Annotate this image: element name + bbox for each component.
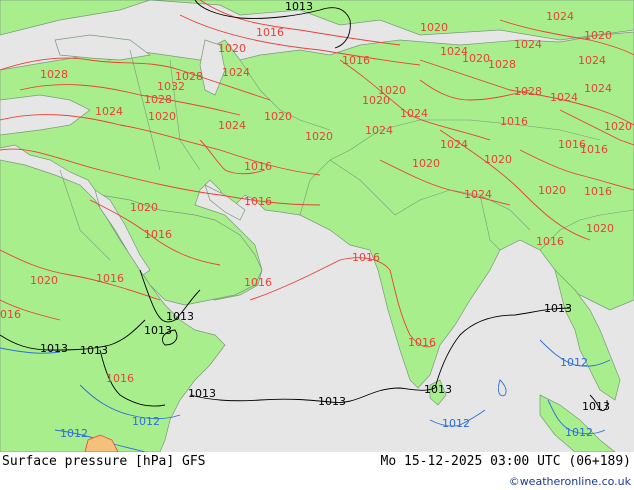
isobar-label: 1020: [538, 184, 566, 197]
isobar-label: 1012: [560, 356, 588, 369]
isobar-label: 1013: [144, 324, 172, 337]
isobar-label: 1020: [148, 110, 176, 123]
isobar-label: 1013: [40, 342, 68, 355]
isobar-label: 1020: [484, 153, 512, 166]
isobar-label: 1016: [536, 235, 564, 248]
isobar-label: 1020: [604, 120, 632, 133]
isobar-label: 1013: [188, 387, 216, 400]
isobar-label: 1024: [365, 124, 393, 137]
isobar-label: 1020: [305, 130, 333, 143]
isobar-label: 1024: [546, 10, 574, 23]
isobar-label: 1020: [30, 274, 58, 287]
isobar-label: 1016: [244, 195, 272, 208]
isobar-label: 1013: [544, 302, 572, 315]
isobar-label: 1013: [318, 395, 346, 408]
isobar-label: 1016: [352, 251, 380, 264]
credit-link[interactable]: ©weatheronline.co.uk: [509, 475, 631, 488]
map-footer: Surface pressure [hPa] GFS Mo 15-12-2025…: [0, 452, 634, 490]
isobar-label: 1024: [584, 82, 612, 95]
isobar-label: 1016: [408, 336, 436, 349]
isobar-label: 1020: [412, 157, 440, 170]
isobar-label: 1028: [514, 85, 542, 98]
isobar-label: 1024: [578, 54, 606, 67]
isobar-label: 1024: [550, 91, 578, 104]
isobar-label: 1032: [157, 80, 185, 93]
isobar-label: 1024: [464, 188, 492, 201]
isobar-label: 1012: [565, 426, 593, 439]
isobar-label: 1016: [96, 272, 124, 285]
isobar-label: 1016: [500, 115, 528, 128]
isobar-label: 1013: [80, 344, 108, 357]
isobar-label: 1016: [256, 26, 284, 39]
isobar-label: 1024: [440, 138, 468, 151]
isobar-label: 1016: [584, 185, 612, 198]
isobar-label: 1020: [462, 52, 490, 65]
isobar-label: 1020: [218, 42, 246, 55]
map-title: Surface pressure [hPa] GFS: [2, 454, 206, 469]
isobar-label: 1024: [222, 66, 250, 79]
isobar-label: 1020: [264, 110, 292, 123]
isobar-label: 1013: [424, 383, 452, 396]
weather-map: 1020 1016 1020 1028 1028 1032 1024 1028 …: [0, 0, 634, 452]
valid-time: Mo 15-12-2025 03:00 UTC (06+189): [380, 454, 631, 469]
isobar-label: 1012: [60, 427, 88, 440]
isobar-label: 1024: [514, 38, 542, 51]
isobar-label: 1012: [442, 417, 470, 430]
isobar-label: 1013: [285, 0, 313, 13]
isobar-label: 1013: [166, 310, 194, 323]
isobar-label: 1016: [244, 160, 272, 173]
isobar-label: 1028: [40, 68, 68, 81]
isobar-label: 1020: [584, 29, 612, 42]
isobar-label: 016: [0, 308, 21, 321]
isobar-label: 1020: [130, 201, 158, 214]
isobar-label: 1024: [218, 119, 246, 132]
isobar-label: 1028: [144, 93, 172, 106]
isobar-label: 1024: [400, 107, 428, 120]
isobar-label: 1020: [378, 84, 406, 97]
isobar-label: 1016: [244, 276, 272, 289]
isobar-label: 1012: [132, 415, 160, 428]
isobar-label: 1013: [582, 400, 610, 413]
isobar-label: 1016: [144, 228, 172, 241]
isobar-label: 1016: [106, 372, 134, 385]
isobar-label: 1020: [420, 21, 448, 34]
isobar-label: 1024: [95, 105, 123, 118]
isobar-label: 1020: [586, 222, 614, 235]
isobar-label: 1016: [580, 143, 608, 156]
isobar-label: 1016: [342, 54, 370, 67]
isobar-label: 1028: [488, 58, 516, 71]
